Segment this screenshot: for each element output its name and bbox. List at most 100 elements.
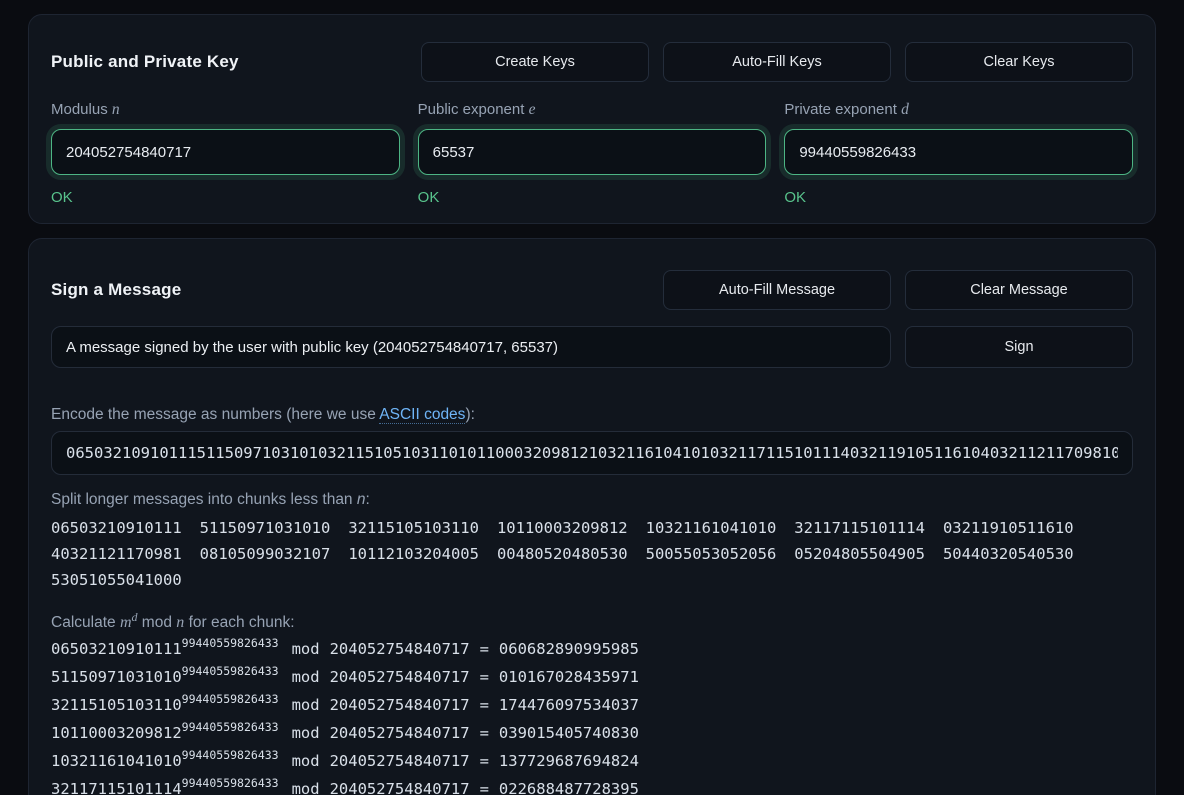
encoded-message-input[interactable] bbox=[51, 431, 1133, 475]
private-exponent-label-text: Private exponent bbox=[784, 101, 901, 118]
public-exponent-label-text: Public exponent bbox=[418, 101, 529, 118]
public-exponent-status: OK bbox=[418, 189, 767, 209]
chunk-value: 00480520480530 bbox=[497, 541, 628, 567]
create-keys-button[interactable]: Create Keys bbox=[421, 42, 649, 82]
sign-button[interactable]: Sign bbox=[905, 326, 1133, 368]
calc-exponent: 99440559826433 bbox=[182, 776, 279, 790]
calc-exponent: 99440559826433 bbox=[182, 748, 279, 762]
chunk-value: 03211910511610 bbox=[943, 515, 1074, 541]
calc-result: 022688487728395 bbox=[499, 780, 639, 795]
message-input[interactable] bbox=[51, 326, 891, 368]
split-label-var: n bbox=[357, 491, 366, 508]
split-label-pre: Split longer messages into chunks less t… bbox=[51, 491, 357, 508]
sign-card-header: Sign a Message Auto-Fill Message Clear M… bbox=[51, 270, 1133, 310]
calc-result: 039015405740830 bbox=[499, 724, 639, 742]
calc-base: 32115105103110 bbox=[51, 696, 182, 714]
split-chunks-label: Split longer messages into chunks less t… bbox=[51, 491, 1133, 511]
modulus-input[interactable] bbox=[51, 129, 400, 175]
calculation-row: 3211510510311099440559826433 mod 204052754… bbox=[51, 691, 1133, 719]
message-row: Sign bbox=[51, 326, 1133, 368]
modulus-label-var: n bbox=[112, 101, 120, 118]
calculation-row: 3211711510111499440559826433mod204052754… bbox=[51, 775, 1133, 795]
calc-modulus: 204052754840717 bbox=[330, 668, 470, 686]
calc-exponent: 99440559826433 bbox=[182, 720, 279, 734]
modulus-status: OK bbox=[51, 189, 400, 209]
modulus-label-text: Modulus bbox=[51, 101, 112, 118]
calc-mod-keyword: mod bbox=[292, 696, 320, 714]
private-exponent-field-group: Private exponent d OK bbox=[784, 101, 1133, 209]
autofill-keys-button[interactable]: Auto-Fill Keys bbox=[663, 42, 891, 82]
calc-label-m: m bbox=[120, 614, 132, 631]
calc-result: 060682890995985 bbox=[499, 640, 639, 658]
clear-message-button[interactable]: Clear Message bbox=[905, 270, 1133, 310]
chunk-value: 50440320540530 bbox=[943, 541, 1074, 567]
sign-card-title: Sign a Message bbox=[51, 280, 181, 300]
calculation-row: 1011000320981299440559826433mod204052754… bbox=[51, 719, 1133, 747]
calc-result: 174476097534037 bbox=[499, 696, 639, 714]
private-exponent-label-var: d bbox=[901, 101, 909, 118]
chunk-value: 40321121170981 bbox=[51, 541, 182, 567]
autofill-message-button[interactable]: Auto-Fill Message bbox=[663, 270, 891, 310]
calc-mod-keyword: mod bbox=[292, 780, 320, 795]
clear-keys-button[interactable]: Clear Keys bbox=[905, 42, 1133, 82]
chunk-value: 53051055041000 bbox=[51, 567, 182, 593]
key-card-title: Public and Private Key bbox=[51, 52, 239, 72]
calc-base: 06503210910111 bbox=[51, 640, 182, 658]
split-label-post: : bbox=[366, 491, 370, 508]
calc-label-pre: Calculate bbox=[51, 614, 120, 631]
calc-modulus: 204052754840717 bbox=[330, 640, 470, 658]
public-exponent-input[interactable] bbox=[418, 129, 767, 175]
calc-exponent: 99440559826433 bbox=[182, 664, 279, 678]
chunk-value: 10321161041010 bbox=[646, 515, 777, 541]
chunk-value: 10110003209812 bbox=[497, 515, 628, 541]
public-exponent-label: Public exponent e bbox=[418, 101, 767, 121]
chunk-list: 06503210910111 51150971031010 3211510510… bbox=[51, 515, 1133, 593]
calc-equals: = bbox=[480, 724, 489, 742]
calc-mod-keyword: mod bbox=[292, 640, 320, 658]
calc-equals: = bbox=[480, 696, 489, 714]
calc-equals: = bbox=[480, 640, 489, 658]
chunk-value: 08105099032107 bbox=[200, 541, 331, 567]
chunk-value: 05204805504905 bbox=[794, 541, 925, 567]
key-card-buttons: Create Keys Auto-Fill Keys Clear Keys bbox=[421, 42, 1133, 82]
encode-label-post: ): bbox=[465, 406, 474, 423]
calc-equals: = bbox=[480, 752, 489, 770]
private-exponent-label: Private exponent d bbox=[784, 101, 1133, 121]
calc-modulus: 204052754840717 bbox=[330, 780, 470, 795]
private-exponent-input[interactable] bbox=[784, 129, 1133, 175]
chunk-value: 32115105103110 bbox=[348, 515, 479, 541]
private-exponent-status: OK bbox=[784, 189, 1133, 209]
calculation-row: 5115097103101099440559826433 mod 204052754… bbox=[51, 663, 1133, 691]
calc-modulus: 204052754840717 bbox=[330, 696, 470, 714]
calc-base: 51150971031010 bbox=[51, 668, 182, 686]
calc-result: 010167028435971 bbox=[499, 668, 639, 686]
calc-equals: = bbox=[480, 668, 489, 686]
calc-mod-keyword: mod bbox=[292, 752, 320, 770]
chunk-value: 51150971031010 bbox=[200, 515, 331, 541]
calc-exponent: 99440559826433 bbox=[182, 636, 279, 650]
encode-label: Encode the message as numbers (here we u… bbox=[51, 406, 1133, 426]
calculation-row: 1032116104101099440559826433mod204052754… bbox=[51, 747, 1133, 775]
chunk-value: 10112103204005 bbox=[348, 541, 479, 567]
calc-label-post: for each chunk: bbox=[184, 614, 294, 631]
chunk-value: 06503210910111 bbox=[51, 515, 182, 541]
calculate-label: Calculate md mod n for each chunk: bbox=[51, 609, 1133, 629]
calculation-list: 0650321091011199440559826433mod204052754… bbox=[51, 635, 1133, 795]
calc-exponent: 99440559826433 bbox=[182, 692, 279, 706]
modulus-label: Modulus n bbox=[51, 101, 400, 121]
calc-modulus: 204052754840717 bbox=[330, 724, 470, 742]
public-exponent-field-group: Public exponent e OK bbox=[418, 101, 767, 209]
key-card-header: Public and Private Key Create Keys Auto-… bbox=[51, 42, 1133, 82]
chunk-value: 50055053052056 bbox=[646, 541, 777, 567]
sign-card-buttons: Auto-Fill Message Clear Message bbox=[663, 270, 1133, 310]
chunk-value: 32117115101114 bbox=[794, 515, 925, 541]
calc-label-mid: mod bbox=[138, 614, 177, 631]
calc-equals: = bbox=[480, 780, 489, 795]
modulus-field-group: Modulus n OK bbox=[51, 101, 400, 209]
calc-base: 10321161041010 bbox=[51, 752, 182, 770]
calc-mod-keyword: mod bbox=[292, 668, 320, 686]
calc-base: 10110003209812 bbox=[51, 724, 182, 742]
sign-message-card: Sign a Message Auto-Fill Message Clear M… bbox=[28, 238, 1156, 795]
ascii-codes-link[interactable]: ASCII codes bbox=[379, 406, 465, 424]
calc-result: 137729687694824 bbox=[499, 752, 639, 770]
